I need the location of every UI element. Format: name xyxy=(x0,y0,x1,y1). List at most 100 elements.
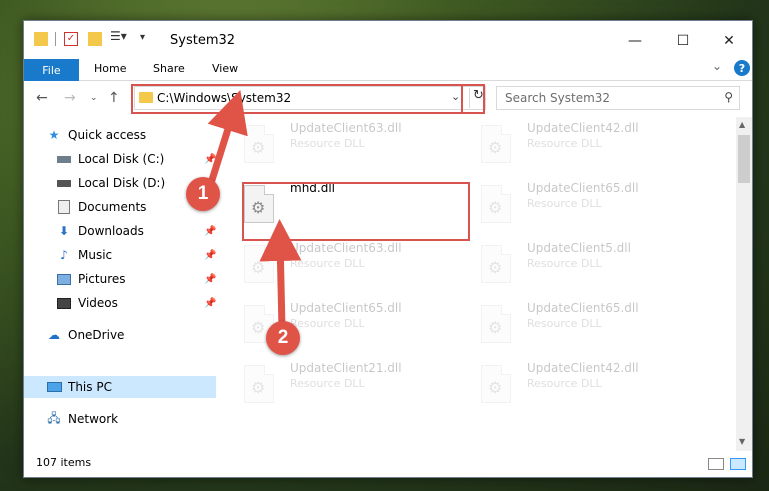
vertical-scrollbar[interactable]: ▲ ▼ xyxy=(736,117,752,451)
pin-icon[interactable]: 📌 xyxy=(204,226,216,237)
search-box[interactable]: ⚲ xyxy=(496,86,740,110)
search-icon[interactable]: ⚲ xyxy=(724,90,733,104)
scroll-up-icon[interactable]: ▲ xyxy=(739,120,745,129)
tab-file[interactable]: File xyxy=(24,59,79,81)
title-bar: ✓ ☰▾ ▾ System32 — ☐ ✕ xyxy=(24,21,752,59)
back-arrow-icon[interactable]: ← xyxy=(36,90,48,106)
file-name: UpdateClient5.dll xyxy=(527,241,631,255)
refresh-highlight xyxy=(461,84,485,114)
file-list: ⚙ UpdateClient63.dll Resource DLL ⚙ Upda… xyxy=(224,117,734,451)
file-item[interactable]: ⚙ UpdateClient63.dll Resource DLL xyxy=(224,119,444,169)
file-name: UpdateClient65.dll xyxy=(527,301,639,315)
file-name: UpdateClient63.dll xyxy=(290,241,402,255)
sidebar-item-music[interactable]: ♪ Music 📌 xyxy=(24,244,216,266)
dll-file-icon: ⚙ xyxy=(244,125,274,163)
music-icon: ♪ xyxy=(60,248,68,262)
step-1-badge: 1 xyxy=(186,177,220,211)
file-item[interactable]: ⚙ UpdateClient65.dll Resource DLL xyxy=(224,299,444,349)
file-item[interactable]: ⚙ UpdateClient65.dll Resource DLL xyxy=(461,299,681,349)
videos-icon xyxy=(56,296,72,310)
sidebar-item-label: Network xyxy=(68,412,119,426)
window-title: System32 xyxy=(170,33,236,48)
minimize-button[interactable]: — xyxy=(612,27,658,55)
step-2-badge: 2 xyxy=(266,321,300,355)
maximize-button[interactable]: ☐ xyxy=(660,27,706,55)
search-input[interactable] xyxy=(505,90,715,106)
drive-icon xyxy=(56,176,72,190)
properties-icon[interactable]: ✓ xyxy=(64,32,78,46)
tab-home[interactable]: Home xyxy=(94,62,126,75)
file-name: UpdateClient42.dll xyxy=(527,121,639,135)
file-type: Resource DLL xyxy=(290,137,365,150)
sidebar-item-label: Documents xyxy=(78,200,147,214)
pin-icon[interactable]: 📌 xyxy=(204,154,216,165)
sidebar-item-label: Local Disk (C:) xyxy=(78,152,165,166)
file-name: UpdateClient65.dll xyxy=(527,181,639,195)
item-count: 107 items xyxy=(36,456,92,469)
file-item[interactable]: ⚙ UpdateClient21.dll Resource DLL xyxy=(224,359,444,409)
file-type: Resource DLL xyxy=(527,197,602,210)
file-item[interactable]: ⚙ UpdateClient65.dll Resource DLL xyxy=(461,179,681,229)
file-name: UpdateClient63.dll xyxy=(290,121,402,135)
pictures-icon xyxy=(56,272,72,286)
up-arrow-icon[interactable]: ↑ xyxy=(108,90,120,106)
new-folder-icon[interactable] xyxy=(88,32,102,46)
file-type: Resource DLL xyxy=(527,257,602,270)
file-name: UpdateClient42.dll xyxy=(527,361,639,375)
sidebar-item-videos[interactable]: Videos 📌 xyxy=(24,292,216,314)
tiles-view-icon[interactable] xyxy=(730,458,746,470)
help-icon[interactable]: ? xyxy=(734,60,750,76)
network-icon: 🖧 xyxy=(47,410,61,425)
tab-share[interactable]: Share xyxy=(153,62,185,75)
scroll-thumb[interactable] xyxy=(738,135,750,183)
file-item[interactable]: ⚙ UpdateClient42.dll Resource DLL xyxy=(461,359,681,409)
pin-icon[interactable]: 📌 xyxy=(204,298,216,309)
recent-locations-icon[interactable]: ⌄ xyxy=(90,93,98,103)
dll-file-icon: ⚙ xyxy=(244,245,274,283)
file-type: Resource DLL xyxy=(527,137,602,150)
customize-toolbar-icon[interactable]: ☰▾ xyxy=(110,29,127,43)
file-name: UpdateClient65.dll xyxy=(290,301,402,315)
file-item[interactable]: ⚙ UpdateClient5.dll Resource DLL xyxy=(461,239,681,289)
forward-arrow-icon[interactable]: → xyxy=(64,90,76,106)
file-highlight xyxy=(242,182,470,241)
details-view-icon[interactable] xyxy=(708,458,724,470)
sidebar-item-downloads[interactable]: ⬇ Downloads 📌 xyxy=(24,220,216,242)
sidebar-item-network[interactable]: 🖧 Network xyxy=(24,408,216,430)
drive-icon xyxy=(56,152,72,166)
expand-ribbon-icon[interactable]: ⌄ xyxy=(712,59,722,73)
sidebar-item-this-pc[interactable]: This PC xyxy=(24,376,216,398)
file-item[interactable]: ⚙ UpdateClient63.dll Resource DLL xyxy=(224,239,444,289)
pin-icon[interactable]: 📌 xyxy=(204,274,216,285)
scroll-down-icon[interactable]: ▼ xyxy=(739,437,745,446)
sidebar-item-label: Local Disk (D:) xyxy=(78,176,166,190)
file-type: Resource DLL xyxy=(290,317,365,330)
separator xyxy=(55,32,56,46)
file-name: UpdateClient21.dll xyxy=(290,361,402,375)
file-type: Resource DLL xyxy=(290,257,365,270)
dll-file-icon: ⚙ xyxy=(481,365,511,403)
status-bar: 107 items xyxy=(24,451,752,477)
ribbon-tabs: File Home Share View ⌄ ? xyxy=(24,59,752,81)
pin-icon[interactable]: 📌 xyxy=(204,250,216,261)
close-button[interactable]: ✕ xyxy=(706,27,752,55)
toolbar-dropdown-icon[interactable]: ▾ xyxy=(140,32,145,43)
dll-file-icon: ⚙ xyxy=(481,125,511,163)
file-item[interactable]: ⚙ UpdateClient42.dll Resource DLL xyxy=(461,119,681,169)
sidebar-item-local-disk-c[interactable]: Local Disk (C:) 📌 xyxy=(24,148,216,170)
tab-view[interactable]: View xyxy=(212,62,238,75)
navigation-pane: ★ Quick access Local Disk (C:) 📌 Local D… xyxy=(24,117,218,451)
star-icon: ★ xyxy=(48,128,60,142)
documents-icon xyxy=(56,200,72,214)
sidebar-item-onedrive[interactable]: ☁ OneDrive xyxy=(24,324,216,346)
folder-icon[interactable] xyxy=(34,32,48,46)
address-highlight xyxy=(131,84,485,114)
file-explorer-window: ✓ ☰▾ ▾ System32 — ☐ ✕ File Home Share Vi… xyxy=(23,20,753,478)
downloads-icon: ⬇ xyxy=(58,224,70,238)
dll-file-icon: ⚙ xyxy=(481,305,511,343)
sidebar-item-pictures[interactable]: Pictures 📌 xyxy=(24,268,216,290)
dll-file-icon: ⚙ xyxy=(244,365,274,403)
sidebar-item-quick-access[interactable]: ★ Quick access xyxy=(24,124,216,146)
file-type: Resource DLL xyxy=(527,317,602,330)
sidebar-item-label: OneDrive xyxy=(68,328,125,342)
